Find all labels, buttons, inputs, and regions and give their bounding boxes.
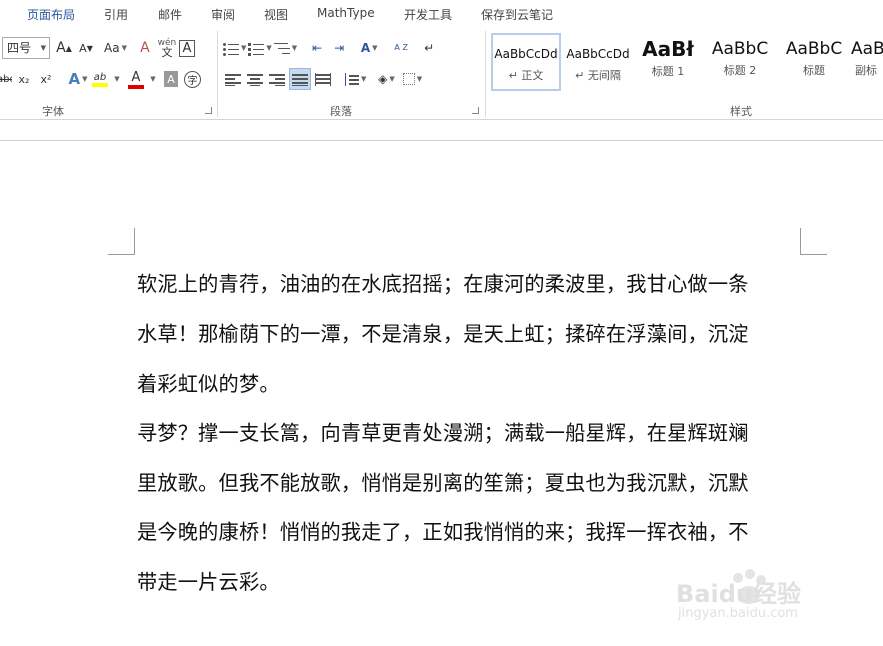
change-case-button[interactable]: Aa ▼ bbox=[104, 37, 127, 59]
borders-button[interactable]: ▼ bbox=[402, 68, 422, 90]
text-effects-button[interactable]: A ▼ bbox=[68, 68, 88, 90]
group-divider bbox=[485, 31, 486, 117]
asian-layout-button[interactable]: A ▼ bbox=[359, 37, 379, 59]
tab-mathtype[interactable]: MathType bbox=[317, 6, 375, 20]
shrink-font-button[interactable]: A ▼ bbox=[76, 37, 96, 59]
style-title[interactable]: AaBbC 标题 bbox=[779, 33, 849, 91]
style-normal[interactable]: AaBbCcDd ↵ 正文 bbox=[491, 33, 561, 91]
bullet-list-icon bbox=[223, 42, 239, 56]
align-left-button[interactable] bbox=[223, 68, 243, 90]
highlight-dropdown[interactable]: ▼ bbox=[112, 68, 120, 90]
document-line[interactable]: 寻梦？撑一支长篙，向青草更青处漫溯；满载一船星辉，在星辉斑斓 bbox=[137, 417, 801, 446]
bullets-button[interactable]: ▼ bbox=[223, 37, 246, 59]
strikethrough-button[interactable]: abc bbox=[0, 68, 12, 90]
character-border-button[interactable]: A bbox=[178, 39, 195, 57]
tab-view[interactable]: 视图 bbox=[264, 6, 288, 23]
sort-button[interactable]: A Z bbox=[391, 37, 411, 59]
show-paragraph-marks-button[interactable]: ↵ bbox=[419, 37, 439, 59]
decrease-indent-button[interactable]: ⇤ bbox=[307, 37, 327, 59]
style-heading-1[interactable]: AaBł 标题 1 bbox=[635, 33, 701, 91]
align-left-icon bbox=[225, 73, 241, 86]
align-center-icon bbox=[247, 73, 263, 86]
font-size-combobox[interactable]: 四号 ▼ bbox=[2, 37, 50, 59]
chevron-down-icon: ▼ bbox=[40, 44, 46, 52]
multilevel-list-icon bbox=[273, 42, 290, 55]
watermark-brand: Baidu经验 bbox=[676, 580, 801, 608]
justify-button[interactable] bbox=[289, 68, 311, 90]
numbering-button[interactable]: ▼ bbox=[248, 37, 272, 59]
style-no-spacing[interactable]: AaBbCcDd ↵ 无间隔 bbox=[563, 33, 633, 91]
superscript-button[interactable]: x² bbox=[36, 68, 56, 90]
style-heading-2[interactable]: AaBbC 标题 2 bbox=[705, 33, 775, 91]
character-shading-button[interactable]: A bbox=[164, 71, 178, 87]
ribbon-tab-bar: 页面布局 引用 邮件 审阅 视图 MathType 开发工具 保存到云笔记 bbox=[0, 0, 883, 27]
ruler-area bbox=[0, 121, 883, 141]
ribbon: 四号 ▼ A▲ A▼ Aa▼ A wén文 A abc x₂ x² A▼ bbox=[0, 27, 883, 120]
line-spacing-icon bbox=[343, 72, 359, 86]
enclose-characters-button[interactable]: 字 bbox=[184, 70, 201, 88]
numbered-list-icon bbox=[248, 42, 265, 56]
multilevel-list-button[interactable]: ▼ bbox=[273, 37, 297, 59]
align-right-icon bbox=[269, 73, 285, 86]
grow-font-button[interactable]: A ▲ bbox=[54, 37, 74, 59]
distributed-button[interactable] bbox=[313, 68, 333, 90]
paragraph-group-label: 段落 bbox=[330, 105, 352, 118]
document-line[interactable]: 水草！那榆荫下的一潭，不是清泉，是天上虹；揉碎在浮藻间，沉淀 bbox=[137, 318, 801, 347]
document-line[interactable]: 着彩虹似的梦。 bbox=[137, 368, 801, 397]
margin-corner-mark bbox=[800, 228, 827, 255]
justify-icon bbox=[292, 73, 308, 86]
document-line[interactable]: 里放歌。但我不能放歌，悄悄是别离的笙箫；夏虫也为我沉默，沉默 bbox=[137, 467, 801, 496]
line-spacing-button[interactable]: ▼ bbox=[343, 68, 366, 90]
paragraph-dialog-launcher-icon[interactable] bbox=[472, 107, 479, 114]
phonetic-guide-button[interactable]: wén 文 bbox=[157, 37, 177, 59]
align-center-button[interactable] bbox=[245, 68, 265, 90]
styles-gallery: AaBbCcDd ↵ 正文 AaBbCcDd ↵ 无间隔 AaBł 标题 1 A… bbox=[489, 33, 883, 93]
font-dialog-launcher-icon[interactable] bbox=[205, 107, 212, 114]
font-size-value: 四号 bbox=[7, 41, 32, 55]
baidu-jingyan-watermark: Baidu经验 jingyan.baidu.com bbox=[676, 566, 876, 628]
watermark-url: jingyan.baidu.com bbox=[678, 606, 798, 621]
document-line[interactable]: 软泥上的青荇，油油的在水底招摇；在康河的柔波里，我甘心做一条 bbox=[137, 268, 801, 297]
increase-indent-button[interactable]: ⇥ bbox=[329, 37, 349, 59]
tab-review[interactable]: 审阅 bbox=[211, 6, 235, 23]
document-line[interactable]: 是今晚的康桥！悄悄的我走了，正如我悄悄的来；我挥一挥衣袖，不 bbox=[137, 516, 801, 545]
font-color-button[interactable]: A bbox=[126, 68, 146, 90]
clear-formatting-icon[interactable]: A bbox=[135, 37, 155, 59]
text-highlight-button[interactable]: ab bbox=[90, 68, 110, 90]
align-right-button[interactable] bbox=[267, 68, 287, 90]
tab-developer[interactable]: 开发工具 bbox=[404, 6, 452, 23]
group-divider bbox=[217, 31, 218, 117]
style-subtitle[interactable]: AaB 副标 bbox=[851, 33, 883, 91]
font-group-label: 字体 bbox=[42, 105, 64, 118]
tab-page-layout[interactable]: 页面布局 bbox=[27, 6, 75, 23]
subscript-button[interactable]: x₂ bbox=[14, 68, 34, 90]
distributed-icon bbox=[315, 72, 331, 86]
shading-button[interactable]: ◈ ▼ bbox=[376, 68, 396, 90]
font-color-dropdown[interactable]: ▼ bbox=[148, 68, 156, 90]
tab-save-to-cloud-note[interactable]: 保存到云笔记 bbox=[481, 6, 553, 23]
tab-mailings[interactable]: 邮件 bbox=[158, 6, 182, 23]
margin-corner-mark bbox=[108, 228, 135, 255]
styles-group-label: 样式 bbox=[730, 105, 752, 118]
tab-references[interactable]: 引用 bbox=[104, 6, 128, 23]
